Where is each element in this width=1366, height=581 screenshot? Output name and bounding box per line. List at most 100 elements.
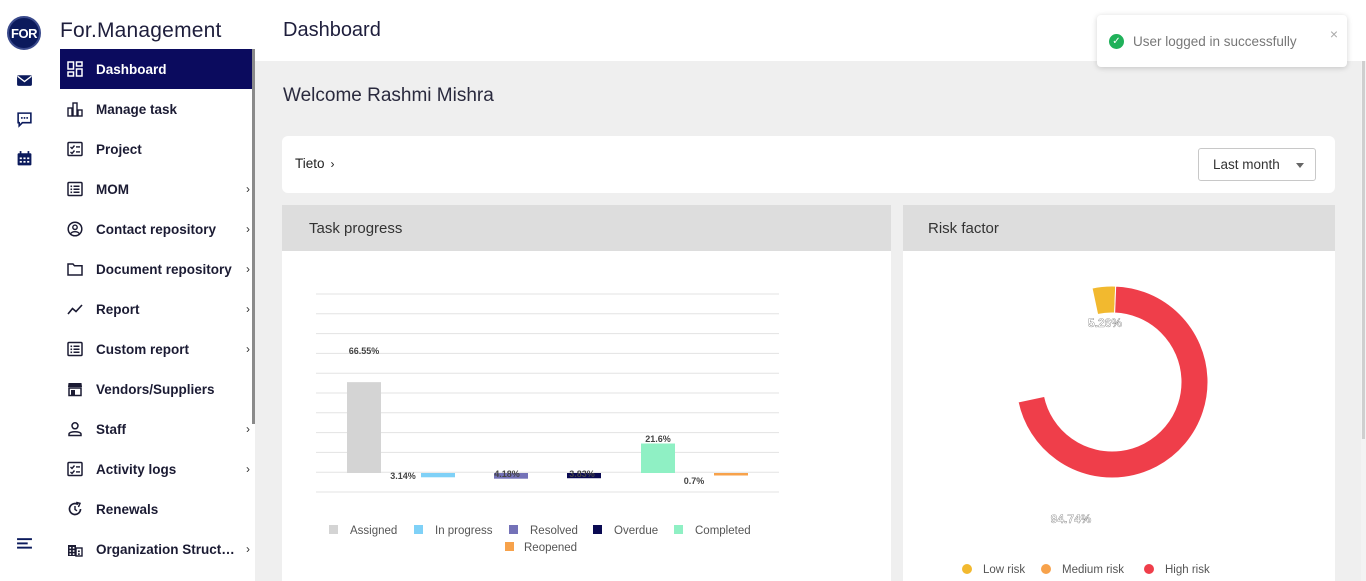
chevron-right-icon: ›	[246, 182, 250, 196]
sidebar-item-custom-report[interactable]: Custom report ›	[60, 329, 254, 369]
sidebar-item-mom[interactable]: MOM ›	[60, 169, 254, 209]
store-icon	[66, 380, 84, 398]
sidebar-item-organization-struct[interactable]: Organization Struct… ›	[60, 529, 254, 569]
task-progress-title: Task progress	[282, 205, 891, 251]
bar-completed	[641, 443, 675, 473]
folder-icon	[66, 260, 84, 278]
calendar-icon[interactable]	[14, 148, 34, 168]
login-toast: ✓ User logged in successfully ×	[1097, 15, 1347, 67]
sidebar-item-project[interactable]: Project	[60, 129, 254, 169]
bar-in-progress	[421, 473, 455, 478]
sidebar-item-label: Staff	[96, 421, 126, 437]
sidebar-item-label: MOM	[96, 181, 129, 197]
sidebar-item-label: Dashboard	[96, 61, 167, 77]
page-scrollbar[interactable]	[1361, 61, 1366, 581]
legend-swatch	[505, 542, 514, 551]
sidebar-item-label: Document repository	[96, 261, 232, 277]
risk-factor-card: Risk factor 5.26% 94.74% Low risk Medium ri…	[903, 205, 1335, 581]
legend-swatch	[509, 525, 518, 534]
risk-factor-chart: 5.26% 94.74% Low risk Medium risk High risk	[962, 285, 1210, 576]
sidebar-item-label: Organization Struct…	[96, 541, 235, 557]
chevron-right-icon: ›	[330, 157, 335, 171]
legend-swatch	[329, 525, 338, 534]
dashboard-icon	[66, 60, 84, 78]
sidebar-item-dashboard[interactable]: Dashboard	[60, 49, 254, 89]
chevron-down-icon	[1296, 163, 1304, 168]
building-icon	[66, 540, 84, 558]
sidebar-item-activity-logs[interactable]: Activity logs ›	[60, 449, 254, 489]
filter-card: Tieto › Last month	[282, 136, 1335, 193]
checklist-icon	[66, 460, 84, 478]
menu-icon[interactable]	[14, 533, 34, 553]
legend-label: In progress	[435, 525, 493, 537]
legend-label: Assigned	[350, 525, 397, 537]
app-logo[interactable]: FOR	[7, 16, 41, 50]
slice-high-risk	[1017, 285, 1209, 479]
sidebar-item-label: Renewals	[96, 501, 159, 517]
app-brand: For.Management	[60, 19, 222, 42]
legend-label: Resolved	[530, 525, 578, 537]
chevron-right-icon: ›	[246, 342, 250, 356]
legend-swatch	[414, 525, 423, 534]
data-label: 94.74%	[1051, 512, 1092, 526]
person-icon	[66, 420, 84, 438]
chevron-right-icon: ›	[246, 462, 250, 476]
contact-icon	[66, 220, 84, 238]
legend-dot	[1144, 564, 1154, 574]
period-select[interactable]: Last month	[1198, 148, 1316, 181]
data-label: 66.55%	[349, 346, 380, 356]
sidebar-item-document-repository[interactable]: Document repository ›	[60, 249, 254, 289]
legend-dot	[1041, 564, 1051, 574]
mail-icon[interactable]	[14, 70, 34, 90]
chevron-right-icon: ›	[246, 302, 250, 316]
toast-message: User logged in successfully	[1133, 34, 1297, 49]
page-scrollbar-thumb[interactable]	[1362, 61, 1365, 439]
risk-factor-title: Risk factor	[903, 205, 1335, 251]
chat-icon[interactable]	[14, 109, 34, 129]
task-progress-chart: 66.55% 3.14% 4.18% 3.83% 21.6% 0.7% Assigned In…	[316, 293, 779, 554]
sidebar-item-label: Manage task	[96, 101, 178, 117]
bar-chart-icon	[66, 100, 84, 118]
slice-low-risk	[1091, 285, 1117, 316]
list-icon	[66, 180, 84, 198]
legend-swatch	[674, 525, 683, 534]
renew-icon	[66, 500, 84, 518]
sidebar-item-label: Contact repository	[96, 221, 217, 237]
legend-label: Reopened	[524, 542, 577, 554]
breadcrumb-item[interactable]: Tieto	[295, 156, 325, 171]
data-label: 4.18%	[494, 469, 520, 479]
data-label: 3.83%	[569, 469, 595, 479]
sidebar-item-staff[interactable]: Staff ›	[60, 409, 254, 449]
legend-label: High risk	[1165, 564, 1210, 576]
sidebar-nav: Dashboard Manage task Project MOM › Contact r…	[60, 49, 254, 581]
sidebar-item-report[interactable]: Report ›	[60, 289, 254, 329]
legend-label: Overdue	[614, 525, 658, 537]
sidebar-item-label: Vendors/Suppliers	[96, 381, 215, 397]
legend-label: Completed	[695, 525, 751, 537]
sidebar-item-renewals[interactable]: Renewals	[60, 489, 254, 529]
icon-rail: FOR	[0, 0, 48, 581]
welcome-text: Welcome Rashmi Mishra	[283, 85, 494, 106]
legend-label: Medium risk	[1062, 564, 1124, 576]
legend-dot	[962, 564, 972, 574]
sidebar-item-contact-repository[interactable]: Contact repository ›	[60, 209, 254, 249]
sidebar-item-manage-task[interactable]: Manage task	[60, 89, 254, 129]
data-label: 21.6%	[645, 434, 671, 444]
chevron-right-icon: ›	[246, 262, 250, 276]
sidebar-item-label: Custom report	[96, 341, 190, 357]
sidebar-item-label: Report	[96, 301, 140, 317]
bar-assigned	[347, 382, 381, 473]
chevron-right-icon: ›	[246, 222, 250, 236]
sidebar-item-label: Activity logs	[96, 461, 177, 477]
bar-reopened	[714, 473, 748, 476]
legend-swatch	[593, 525, 602, 534]
checklist-icon	[66, 140, 84, 158]
breadcrumb[interactable]: Tieto ›	[295, 156, 335, 171]
chevron-right-icon: ›	[246, 422, 250, 436]
sidebar-item-label: Project	[96, 141, 142, 157]
sidebar-item-vendors-suppliers[interactable]: Vendors/Suppliers	[60, 369, 254, 409]
trend-icon	[66, 300, 84, 318]
close-icon[interactable]: ×	[1330, 26, 1338, 42]
chevron-right-icon: ›	[246, 542, 250, 556]
check-circle-icon: ✓	[1109, 34, 1124, 49]
